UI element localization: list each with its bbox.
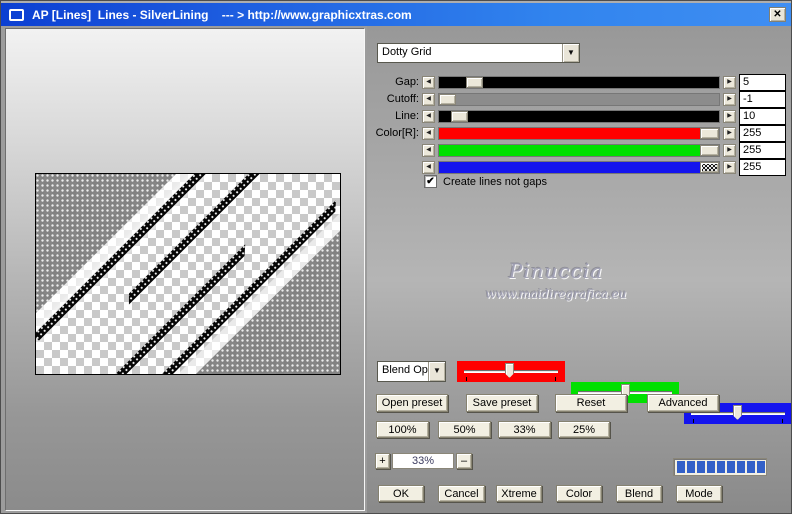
zoom-50-button[interactable]: 50%: [438, 421, 491, 438]
color-g-value-field[interactable]: 255: [739, 142, 786, 159]
arrow-left-icon[interactable]: ◀: [422, 161, 435, 174]
watermark-name: Pinuccia: [508, 259, 604, 283]
preview-panel: [5, 28, 365, 511]
arrow-right-icon[interactable]: ▶: [723, 127, 736, 140]
color-b-slider[interactable]: [438, 161, 720, 174]
arrow-right-icon[interactable]: ▶: [723, 76, 736, 89]
tick-mark: [555, 377, 556, 381]
pattern-select[interactable]: Dotty Grid ▼: [377, 43, 580, 63]
progress-bar: [673, 458, 767, 476]
color-b-value-field[interactable]: 255: [739, 159, 786, 176]
ok-button[interactable]: OK: [378, 485, 424, 502]
xtreme-button[interactable]: Xtreme: [496, 485, 542, 502]
line-slider-thumb[interactable]: [451, 111, 468, 122]
window-title: AP [Lines] Lines - SilverLining --- > ht…: [32, 7, 412, 22]
progress-segment: [727, 461, 735, 473]
red-trackbar[interactable]: [457, 361, 565, 382]
cutoff-slider[interactable]: [438, 93, 720, 106]
zoom-level-field[interactable]: 33%: [392, 453, 454, 469]
lines-not-gaps-label: Create lines not gaps: [443, 175, 547, 188]
arrow-left-icon[interactable]: ◀: [422, 127, 435, 140]
arrow-right-icon[interactable]: ▶: [723, 93, 736, 106]
color-r-slider[interactable]: [438, 127, 720, 140]
close-icon[interactable]: ✕: [769, 7, 786, 22]
tick-mark: [693, 419, 694, 423]
cutoff-value-field[interactable]: -1: [739, 91, 786, 108]
watermark: Pinuccia www.maidiregrafica.eu: [441, 259, 671, 301]
gap-slider-thumb[interactable]: [466, 77, 483, 88]
progress-segment: [697, 461, 705, 473]
pattern-select-value: Dotty Grid: [378, 44, 562, 62]
arrow-left-icon[interactable]: ◀: [422, 93, 435, 106]
line-label: Line:: [395, 110, 419, 122]
zoom-out-button[interactable]: –: [456, 453, 472, 469]
color-b-slider-thumb[interactable]: [700, 162, 719, 173]
arrow-right-icon[interactable]: ▶: [723, 110, 736, 123]
slider-row-color-r: Color[R]: ◀ ▶ 255: [365, 125, 786, 142]
zoom-in-button[interactable]: +: [375, 453, 390, 469]
arrow-right-icon[interactable]: ▶: [723, 144, 736, 157]
lines-not-gaps-checkbox[interactable]: ✔: [424, 175, 437, 188]
title-bar[interactable]: AP [Lines] Lines - SilverLining --- > ht…: [1, 3, 791, 26]
slider-row-color-g: ◀ ▶ 255: [365, 142, 786, 159]
slider-row-line: Line: ◀ ▶ 10: [365, 108, 786, 125]
gap-slider[interactable]: [438, 76, 720, 89]
color-g-slider[interactable]: [438, 144, 720, 157]
cutoff-label: Cutoff:: [386, 93, 419, 105]
color-g-slider-thumb[interactable]: [700, 145, 719, 156]
zoom-100-button[interactable]: 100%: [376, 421, 429, 438]
chevron-down-icon[interactable]: ▼: [428, 362, 445, 381]
blend-button[interactable]: Blend: [616, 485, 662, 502]
progress-segment: [757, 461, 765, 473]
color-r-value-field[interactable]: 255: [739, 125, 786, 142]
color-r-slider-thumb[interactable]: [700, 128, 719, 139]
window-icon: [9, 8, 24, 21]
tick-mark: [782, 419, 783, 423]
lines-not-gaps-row: ✔ Create lines not gaps: [424, 175, 547, 188]
zoom-25-button[interactable]: 25%: [558, 421, 610, 438]
tick-mark: [466, 377, 467, 381]
arrow-left-icon[interactable]: ◀: [422, 110, 435, 123]
progress-segment: [707, 461, 715, 473]
arrow-left-icon[interactable]: ◀: [422, 76, 435, 89]
mode-button[interactable]: Mode: [676, 485, 722, 502]
red-trackbar-thumb[interactable]: [505, 363, 514, 378]
color-r-label: Color[R]:: [375, 127, 419, 139]
progress-segment: [737, 461, 745, 473]
line-value-field[interactable]: 10: [739, 108, 786, 125]
gap-value-field[interactable]: 5: [739, 74, 786, 91]
progress-segment: [747, 461, 755, 473]
slider-row-color-b: ◀ ▶ 255: [365, 159, 786, 176]
blend-select-value: Blend Options: [378, 362, 428, 381]
arrow-right-icon[interactable]: ▶: [723, 161, 736, 174]
slider-row-cutoff: Cutoff: ◀ ▶ -1: [365, 91, 786, 108]
watermark-url: www.maidiregrafica.eu: [485, 287, 627, 301]
gap-label: Gap:: [395, 76, 419, 88]
arrow-left-icon[interactable]: ◀: [422, 144, 435, 157]
blue-trackbar-thumb[interactable]: [733, 405, 742, 420]
zoom-33-button[interactable]: 33%: [498, 421, 551, 438]
cancel-button[interactable]: Cancel: [438, 485, 485, 502]
progress-segment: [717, 461, 725, 473]
reset-button[interactable]: Reset: [555, 394, 627, 412]
color-button[interactable]: Color: [556, 485, 602, 502]
progress-segment: [687, 461, 695, 473]
progress-segment: [677, 461, 685, 473]
plugin-dialog: AP [Lines] Lines - SilverLining --- > ht…: [0, 0, 792, 514]
blend-select[interactable]: Blend Options ▼: [377, 361, 446, 382]
cutoff-slider-thumb[interactable]: [439, 94, 456, 105]
open-preset-button[interactable]: Open preset: [376, 394, 448, 412]
chevron-down-icon[interactable]: ▼: [562, 44, 579, 62]
preview-canvas[interactable]: [35, 173, 341, 375]
advanced-button[interactable]: Advanced: [647, 394, 719, 412]
save-preset-button[interactable]: Save preset: [466, 394, 538, 412]
line-slider[interactable]: [438, 110, 720, 123]
slider-row-gap: Gap: ◀ ▶ 5: [365, 74, 786, 91]
